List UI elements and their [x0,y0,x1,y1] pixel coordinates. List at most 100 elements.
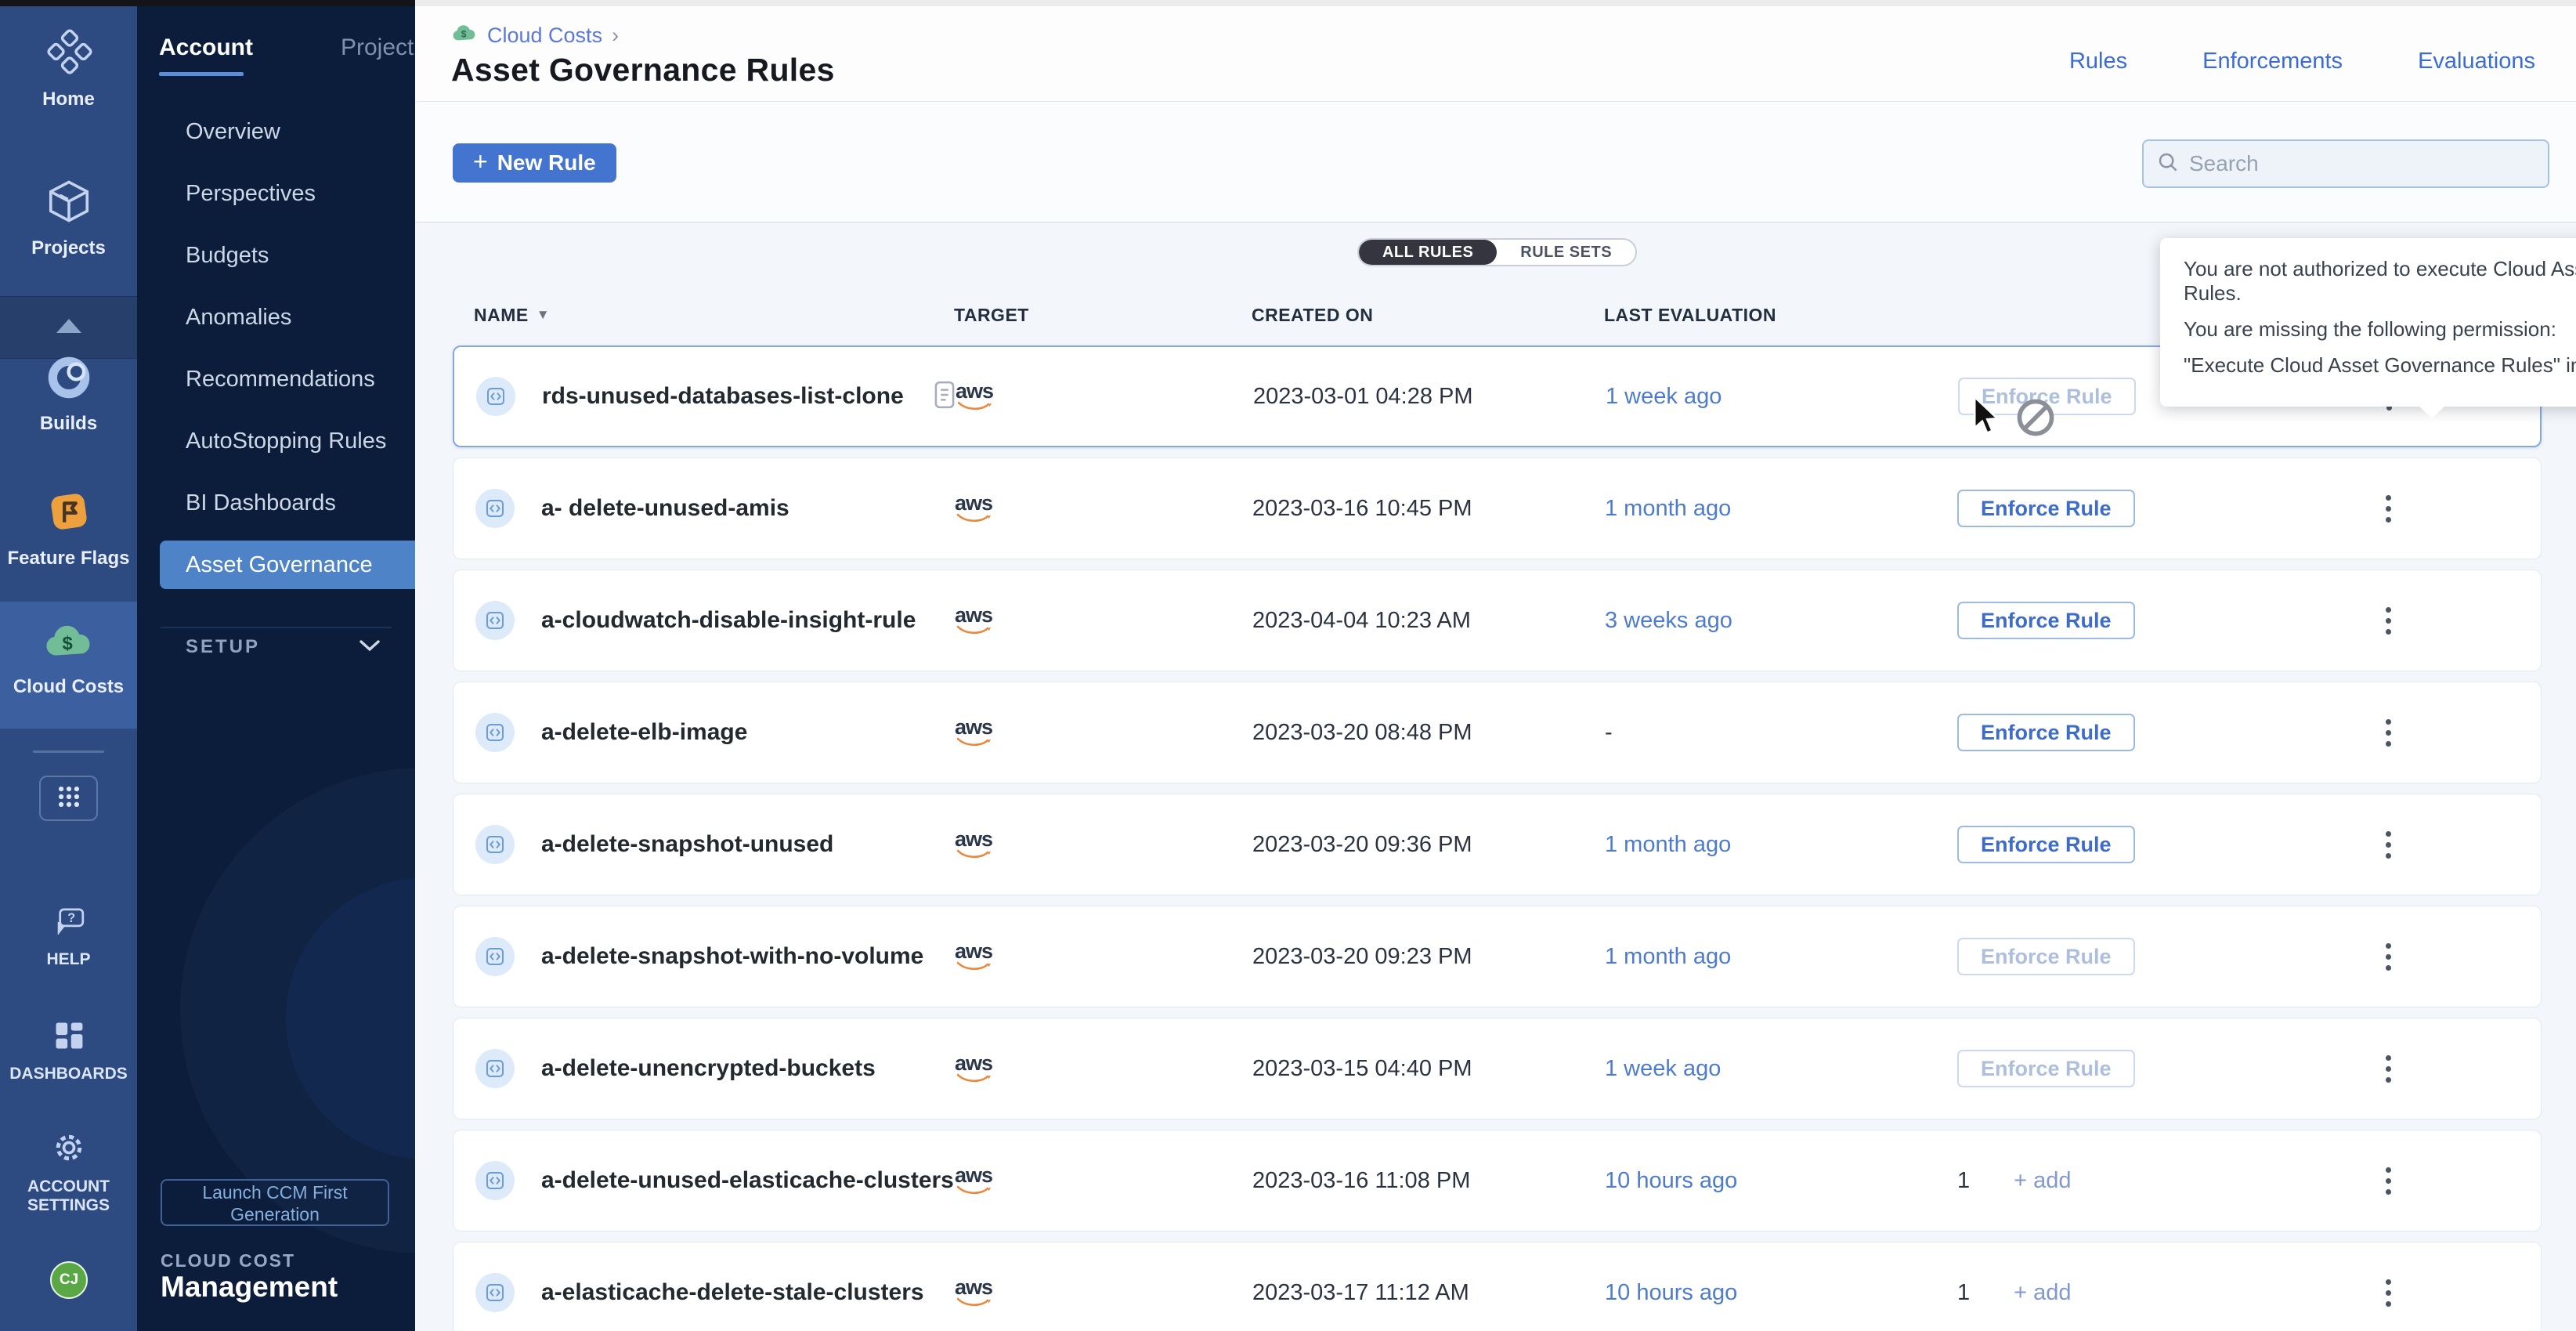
kebab-menu-icon[interactable] [2386,1055,2392,1083]
sidebar-item-budgets[interactable]: Budgets [160,231,415,280]
sidebar-item-projects[interactable]: Projects [0,177,137,259]
sidebar-item-account-settings[interactable]: ACCOUNT SETTINGS [0,1130,137,1215]
sidebar-item-anomalies[interactable]: Anomalies [160,293,415,342]
dashboards-icon [52,1043,86,1056]
rule-row[interactable]: a-elasticache-delete-stale-clusters aws … [453,1242,2542,1331]
sidebar-item-feature-flags[interactable]: Feature Flags [0,487,137,570]
action-cell: Enforce Rule [1912,490,2288,527]
nav-link-rules[interactable]: Rules [2069,49,2127,74]
rule-icon [475,713,515,752]
sidebar-item-asset-governance[interactable]: Asset Governance [160,541,415,589]
enforce-rule-button[interactable]: Enforce Rule [1957,602,2135,639]
target-cell: aws [909,942,1207,971]
column-header-last-evaluation: LAST EVALUATION [1559,305,1911,326]
toggle-rule-sets[interactable]: RULE SETS [1497,240,1635,265]
add-enforcement-link[interactable]: + add [2014,1280,2071,1306]
rule-icon [475,937,515,976]
tab-account[interactable]: Account [159,34,253,61]
enforce-rule-button[interactable]: Enforce Rule [1957,490,2135,527]
nav-link-enforcements[interactable]: Enforcements [2202,49,2343,74]
action-cell: Enforce Rule [1912,938,2288,975]
rule-row[interactable]: a-delete-snapshot-with-no-volume aws 202… [453,906,2542,1007]
last-evaluation[interactable]: 10 hours ago [1559,1168,1912,1194]
enforce-rule-button[interactable]: Enforce Rule [1957,826,2135,863]
last-evaluation[interactable]: 1 month ago [1559,496,1912,522]
search-input[interactable] [2189,151,2535,176]
sidebar-item-autostopping-rules[interactable]: AutoStopping Rules [160,417,415,465]
kebab-menu-icon[interactable] [2386,607,2392,635]
enforcement-count: 1 [1957,1168,1970,1194]
projects-icon [45,215,93,229]
chevron-down-icon [358,638,381,656]
kebab-menu-icon[interactable] [2386,831,2392,859]
new-rule-button[interactable]: + New Rule [453,143,616,183]
home-icon [45,67,93,80]
rule-row[interactable]: a-delete-elb-image aws 2023-03-20 08:48 … [453,682,2542,783]
sidebar-item-cloud-costs[interactable]: $ Cloud Costs [0,620,137,698]
target-cell: aws [910,382,1208,411]
column-header-created-on: CREATED ON [1206,305,1559,326]
user-avatar[interactable]: CJ [50,1261,88,1299]
setup-label: SETUP [186,636,260,658]
target-cell: aws [909,1054,1207,1083]
rule-name-cell: a-delete-elb-image [453,713,909,752]
last-evaluation[interactable]: 1 month ago [1559,944,1912,970]
rule-row[interactable]: a- delete-unused-amis aws 2023-03-16 10:… [453,458,2542,559]
sidebar-item-builds[interactable]: Builds [0,354,137,435]
sidebar-item-recommendations[interactable]: Recommendations [160,355,415,403]
svg-text:?: ? [67,911,75,925]
created-on: 2023-03-20 09:36 PM [1207,832,1559,858]
last-evaluation[interactable]: 3 weeks ago [1559,608,1912,634]
sidebar-item-dashboards[interactable]: DASHBOARDS [0,1018,137,1083]
last-evaluation[interactable]: 1 week ago [1560,384,1913,410]
rule-row[interactable]: a-cloudwatch-disable-insight-rule aws 20… [453,570,2542,671]
kebab-menu-icon[interactable] [2386,1167,2392,1195]
enforce-rule-button[interactable]: Enforce Rule [1958,378,2136,415]
module-nav: Home Projects Builds [0,0,137,1331]
last-evaluation[interactable]: 1 week ago [1559,1056,1912,1082]
kebab-menu-icon[interactable] [2386,943,2392,971]
rule-row[interactable]: a-delete-unencrypted-buckets aws 2023-03… [453,1018,2542,1119]
scroll-up-indicator[interactable] [0,296,137,359]
enforce-rule-button[interactable]: Enforce Rule [1957,1050,2135,1087]
rule-row[interactable]: a-delete-unused-elasticache-clusters aws… [453,1130,2542,1232]
nav-link-evaluations[interactable]: Evaluations [2418,49,2535,74]
setup-section-toggle[interactable]: SETUP [186,636,381,658]
kebab-menu-icon[interactable] [2386,719,2392,747]
last-evaluation[interactable]: 10 hours ago [1559,1280,1912,1306]
sidebar-item-label: DASHBOARDS [0,1065,137,1083]
sidebar-item-home[interactable]: Home [0,28,137,110]
rule-name: a-cloudwatch-disable-insight-rule [541,607,916,634]
sidebar-item-overview[interactable]: Overview [160,107,415,156]
plus-icon: + [473,147,488,176]
column-header-name[interactable]: NAME ▼ [453,305,909,326]
toggle-all-rules[interactable]: ALL RULES [1359,240,1497,265]
kebab-menu-icon[interactable] [2386,495,2392,523]
rule-row[interactable]: a-delete-snapshot-unused aws 2023-03-20 … [453,794,2542,895]
aws-logo: aws [955,494,992,523]
sidebar-item-help[interactable]: ? HELP [0,906,137,969]
rule-name-cell: a-delete-unencrypted-buckets [453,1049,909,1088]
rule-icon [475,1161,515,1200]
enforce-rule-button[interactable]: Enforce Rule [1957,938,2135,975]
target-cell: aws [909,830,1207,859]
page-header: $ Cloud Costs › Asset Governance Rules R… [415,0,2576,102]
launch-ccm-first-gen-button[interactable]: Launch CCM First Generation [161,1179,389,1226]
created-on: 2023-03-16 10:45 PM [1207,496,1559,522]
kebab-menu-icon[interactable] [2386,1279,2392,1307]
action-cell: 1+ add [1912,1280,2288,1306]
module-picker-button[interactable] [39,776,98,821]
row-menu-cell [2288,607,2519,635]
sidebar-item-perspectives[interactable]: Perspectives [160,169,415,218]
tab-project[interactable]: Project [341,34,414,61]
rule-name-cell: a-cloudwatch-disable-insight-rule [453,601,909,640]
breadcrumb-cloud-costs[interactable]: Cloud Costs [487,24,602,48]
enforce-rule-button[interactable]: Enforce Rule [1957,714,2135,751]
window-top-strip [0,0,2576,6]
sidebar-item-label: Home [0,89,137,110]
add-enforcement-link[interactable]: + add [2014,1168,2071,1194]
last-evaluation[interactable]: 1 month ago [1559,832,1912,858]
sidebar-item-bi-dashboards[interactable]: BI Dashboards [160,479,415,527]
sidebar-item-label: HELP [0,950,137,969]
side-panel-menu: Overview Perspectives Budgets Anomalies Reco… [137,107,415,602]
